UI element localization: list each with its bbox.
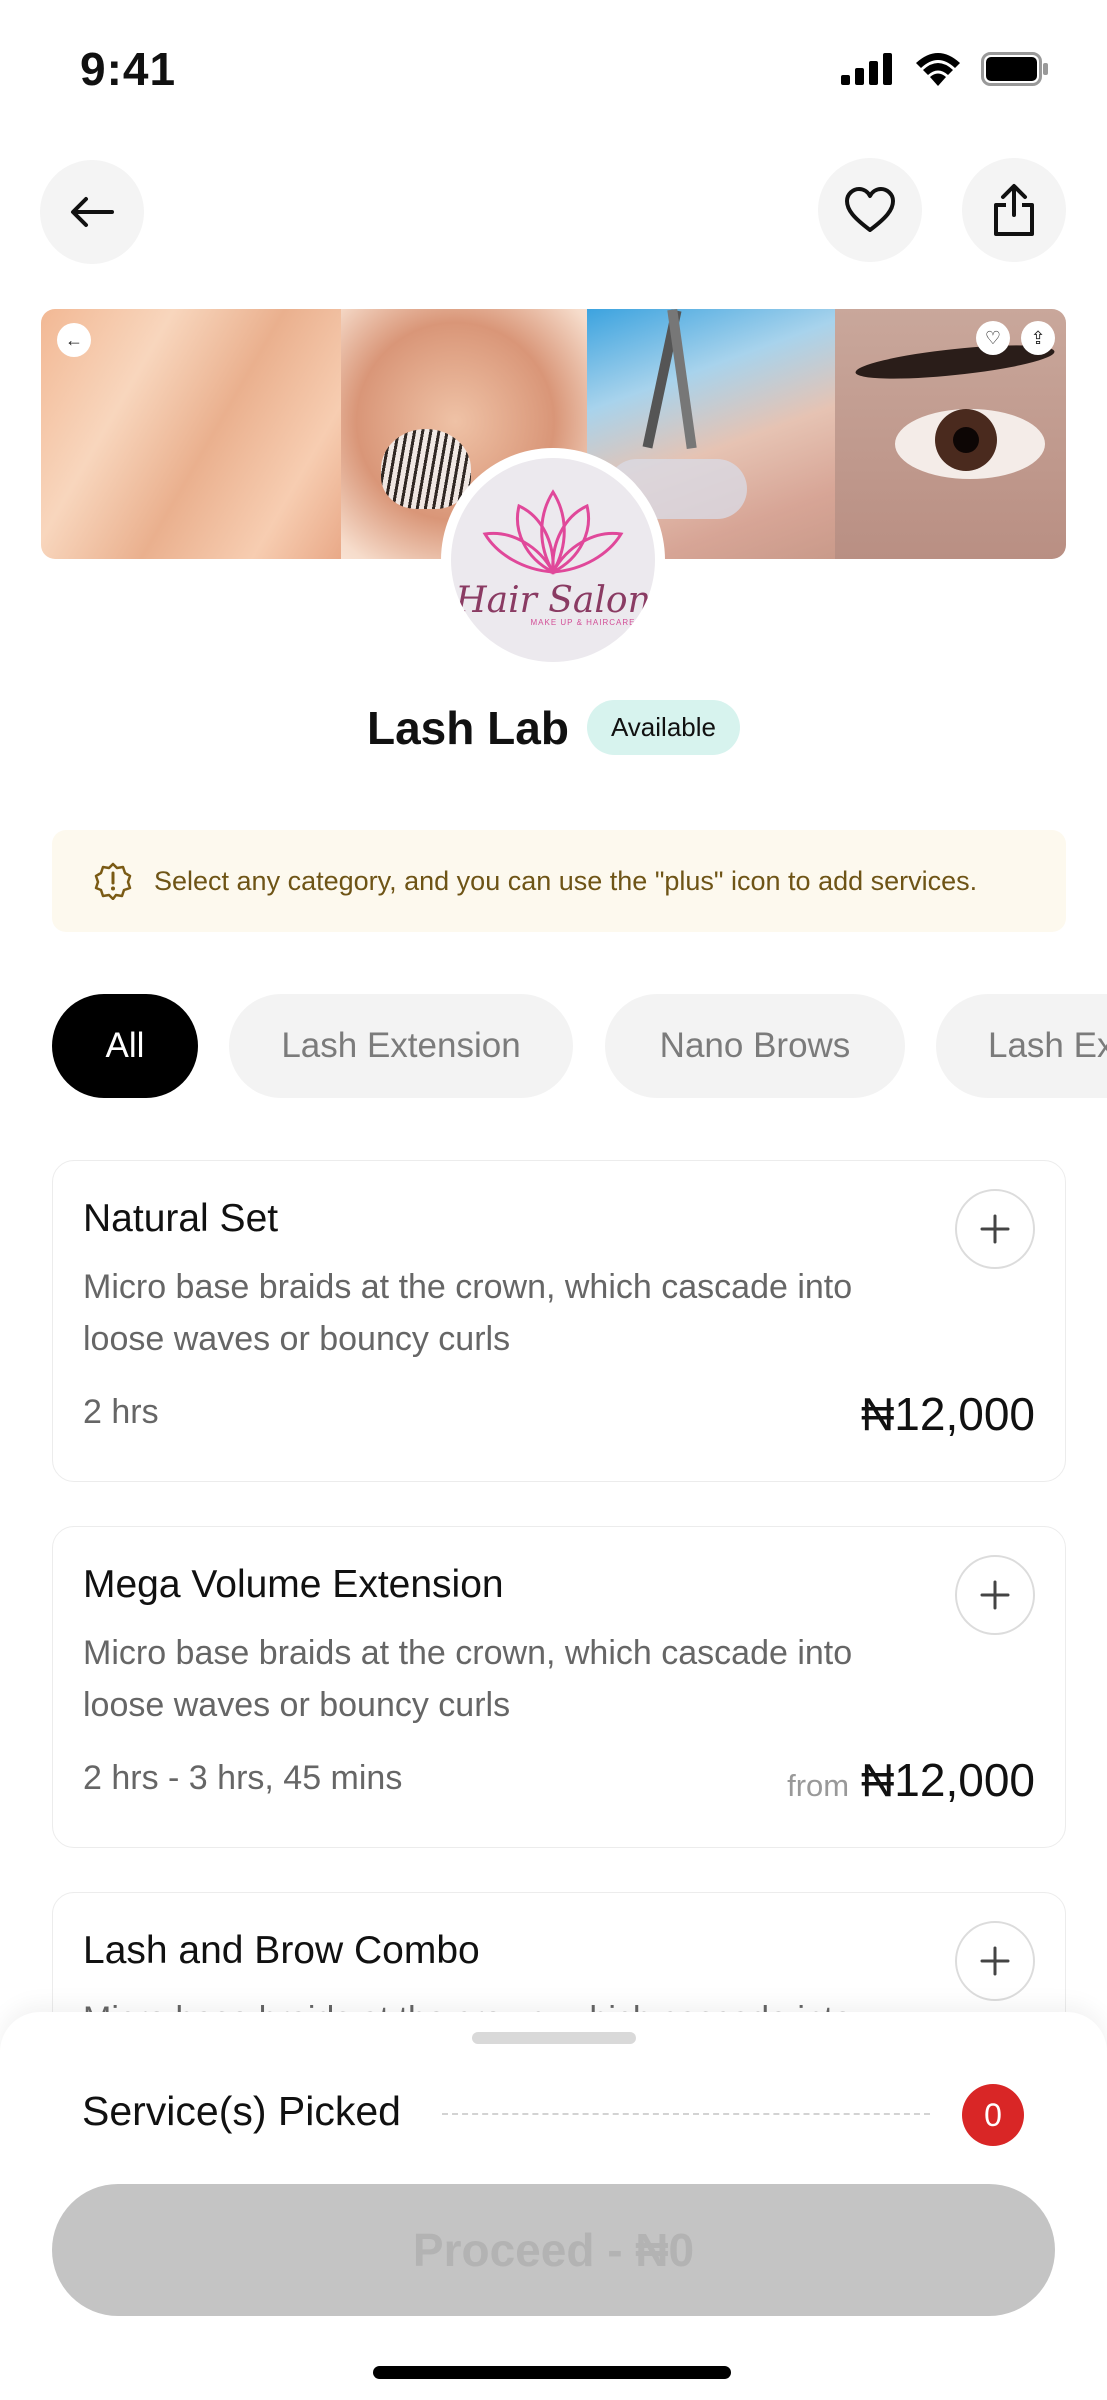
service-price-block: from ₦12,000 [787,1753,1035,1807]
shop-name: Lash Lab [367,701,569,754]
service-description: Micro base braids at the crown, which ca… [83,1268,853,1358]
home-indicator [373,2366,731,2379]
heart-icon: ♡ [984,327,1002,348]
arrow-left-icon [71,197,114,227]
arrow-left-icon: ← [65,329,83,350]
add-service-button[interactable] [955,1555,1035,1635]
share-icon [994,184,1034,236]
price-from-label: from [787,1768,850,1803]
services-picked-label: Service(s) Picked [82,2088,401,2134]
service-description: Micro base braids at the crown, which ca… [83,1634,853,1724]
heart-icon [845,187,895,232]
banner-favorite-button: ♡ [976,321,1010,355]
proceed-button[interactable]: Proceed - ₦0 [52,2184,1055,2316]
service-price-block: ₦12,000 [861,1387,1035,1441]
info-banner: Select any category, and you can use the… [52,830,1066,932]
service-card: Mega Volume Extension Micro base braids … [52,1526,1066,1848]
shop-title-row: Lash Lab Available [0,700,1107,755]
alert-badge-icon [94,862,132,900]
battery-icon [981,52,1048,86]
category-chip-lash-ex[interactable]: Lash Ex [936,994,1107,1098]
info-text: Select any category, and you can use the… [154,865,978,896]
plus-icon [980,1946,1010,1976]
service-name: Mega Volume Extension [83,1563,504,1606]
add-service-button[interactable] [955,1921,1035,2001]
services-count-badge: 0 [962,2084,1024,2146]
status-badge: Available [586,700,740,755]
signal-icon [841,53,892,85]
shop-logo: Hair Salon MAKE UP & HAIRCARE [441,448,665,672]
back-button[interactable] [40,160,144,264]
service-duration: 2 hrs - 3 hrs, 45 mins [83,1759,403,1797]
share-icon: ⇪ [1030,327,1046,348]
banner-share-button: ⇪ [1021,321,1055,355]
category-chip-nano-brows[interactable]: Nano Brows [605,994,905,1098]
category-chip-lash-extension[interactable]: Lash Extension [229,994,573,1098]
service-name: Lash and Brow Combo [83,1929,480,1972]
add-service-button[interactable] [955,1189,1035,1269]
service-duration: 2 hrs [83,1393,159,1431]
dashed-divider [442,2113,930,2115]
sheet-drag-handle[interactable] [472,2032,636,2044]
logo-subtitle: MAKE UP & HAIRCARE [530,618,636,627]
logo-title: Hair Salon [455,580,651,621]
favorite-button[interactable] [818,158,922,262]
banner-back-button: ← [57,323,91,357]
plus-icon [980,1580,1010,1610]
share-button[interactable] [962,158,1066,262]
wifi-icon [916,53,960,86]
service-price: ₦12,000 [861,1754,1035,1806]
lotus-icon [482,489,624,576]
service-price: ₦12,000 [861,1388,1035,1440]
service-card: Natural Set Micro base braids at the cro… [52,1160,1066,1482]
status-time: 9:41 [80,43,177,95]
status-icons [841,52,1049,86]
service-name: Natural Set [83,1197,279,1240]
category-chip-all[interactable]: All [52,994,198,1098]
plus-icon [980,1214,1010,1244]
